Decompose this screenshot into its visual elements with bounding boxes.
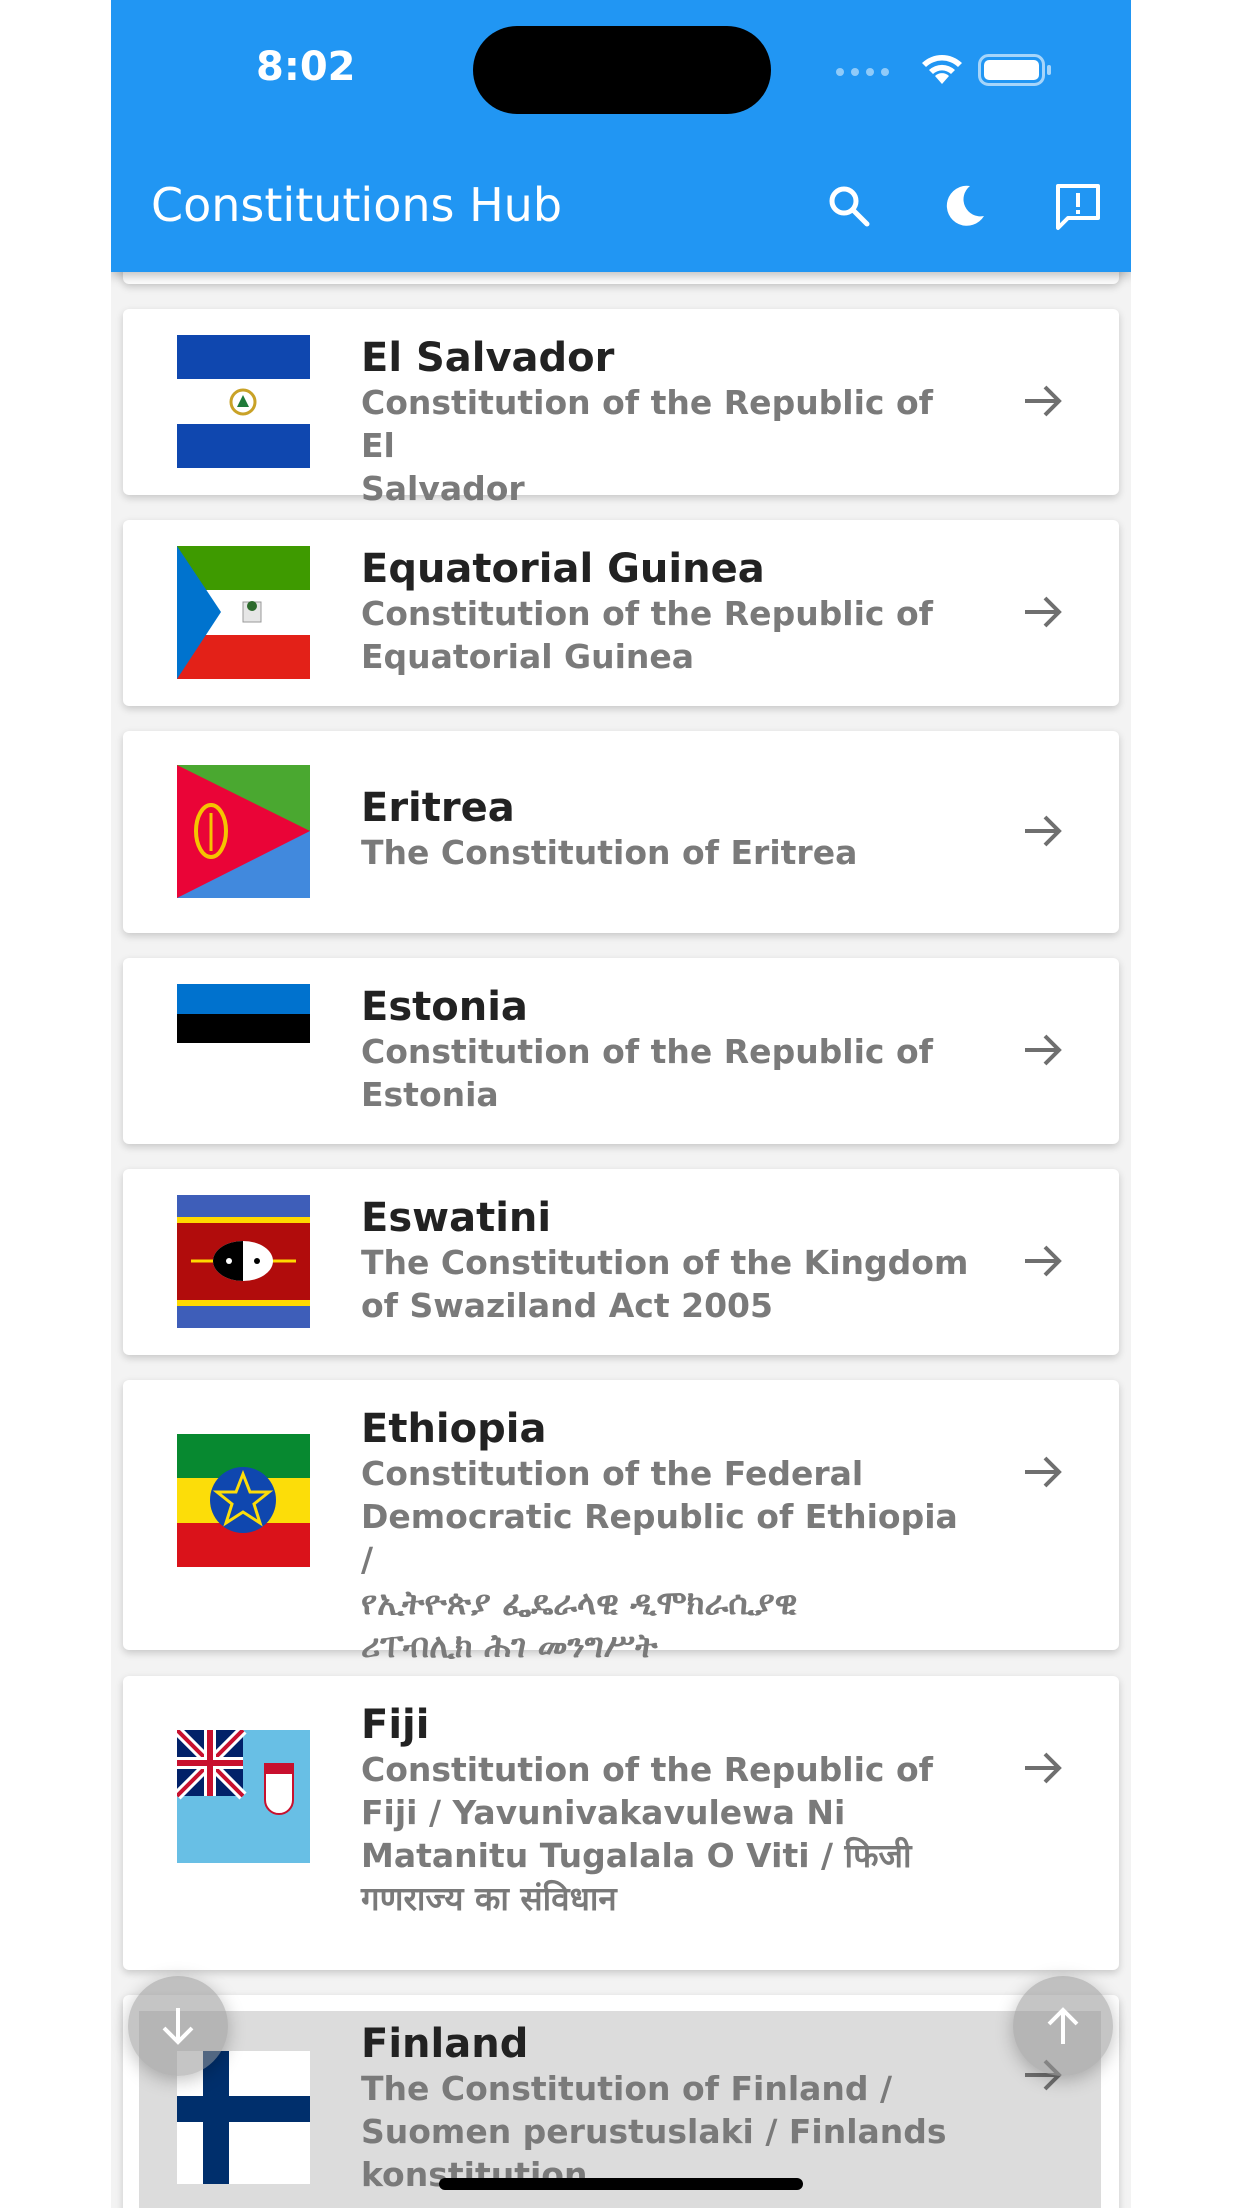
flag-eritrea-icon — [177, 765, 310, 898]
arrow-right-icon — [1025, 815, 1062, 847]
country-item-fiji[interactable]: Fiji Constitution of the Republic of Fiji… — [123, 1676, 1119, 1970]
constitution-title: Constitution of the Republic of Equatoria… — [361, 594, 934, 676]
constitution-title: The Constitution of the Kingdom of Swazil… — [361, 1243, 969, 1325]
flag-estonia-icon — [177, 984, 310, 1073]
app-bar: 8:02 Constitutions Hub — [111, 0, 1131, 272]
flag-equatorial-guinea-icon — [177, 546, 310, 679]
theme-toggle-button[interactable] — [936, 178, 992, 234]
status-indicators — [836, 46, 1096, 90]
flag-ethiopia-icon — [177, 1434, 310, 1567]
country-name: El Salvador — [361, 335, 615, 381]
country-item-eritrea[interactable]: Eritrea The Constitution of Eritrea — [123, 731, 1119, 933]
country-item-ethiopia[interactable]: Ethiopia Constitution of the Federal Demo… — [123, 1380, 1119, 1665]
country-name: Fiji — [361, 1702, 430, 1748]
constitution-title: Constitution of the Federal Democratic Re… — [361, 1454, 958, 1665]
arrow-right-icon — [1025, 1456, 1062, 1488]
dynamic-island — [473, 26, 771, 114]
constitution-title: Constitution of the Republic of Estonia — [361, 1032, 934, 1114]
arrow-up-icon — [1047, 2007, 1079, 2044]
home-indicator[interactable] — [439, 2178, 803, 2190]
wifi-icon — [922, 55, 962, 84]
feedback-button[interactable] — [1050, 178, 1106, 234]
arrow-right-icon — [1025, 1752, 1062, 1784]
search-button[interactable] — [821, 178, 877, 234]
arrow-right-icon — [1025, 385, 1062, 417]
page-title: Constitutions Hub — [151, 178, 563, 232]
flag-el-salvador-icon — [177, 335, 310, 468]
arrow-right-icon — [1025, 1034, 1062, 1066]
constitution-title: Constitution of the Republic of El Salvad… — [361, 383, 934, 508]
country-name: Finland — [361, 2021, 529, 2067]
country-name: Eswatini — [361, 1195, 552, 1241]
signal-icon — [836, 68, 889, 76]
country-item-el-salvador[interactable]: El Salvador Constitution of the Republic… — [123, 309, 1119, 508]
country-name: Equatorial Guinea — [361, 546, 765, 592]
status-time: 8:02 — [256, 44, 356, 90]
country-item-eswatini[interactable]: Eswatini The Constitution of the Kingdom… — [123, 1169, 1119, 1355]
country-name: Ethiopia — [361, 1406, 547, 1452]
flag-eswatini-icon — [177, 1195, 310, 1328]
country-name: Estonia — [361, 984, 528, 1030]
country-name: Eritrea — [361, 785, 515, 831]
country-item-estonia[interactable]: Estonia Constitution of the Republic of E… — [123, 958, 1119, 1144]
country-item-finland[interactable]: Finland The Constitution of Finland / Suo… — [123, 1995, 1119, 2208]
moon-icon — [946, 185, 984, 226]
arrow-right-icon — [1025, 1245, 1062, 1277]
app-screen: 8:02 Constitutions Hub El Salvador Const… — [111, 0, 1131, 2208]
country-item-equatorial-guinea[interactable]: Equatorial Guinea Constitution of the Re… — [123, 520, 1119, 706]
feedback-icon — [1056, 184, 1100, 230]
arrow-right-icon — [1025, 596, 1062, 628]
flag-fiji-icon — [177, 1730, 310, 1863]
constitution-title: The Constitution of Eritrea — [361, 833, 858, 872]
scroll-up-button[interactable] — [1013, 1976, 1113, 2076]
scroll-down-button[interactable] — [128, 1976, 228, 2076]
arrow-down-icon — [162, 2008, 194, 2045]
battery-icon — [978, 54, 1051, 86]
search-icon — [829, 186, 870, 227]
constitution-title: The Constitution of Finland / Suomen peru… — [361, 2069, 947, 2194]
constitution-title: Constitution of the Republic of Fiji / Ya… — [361, 1750, 934, 1918]
